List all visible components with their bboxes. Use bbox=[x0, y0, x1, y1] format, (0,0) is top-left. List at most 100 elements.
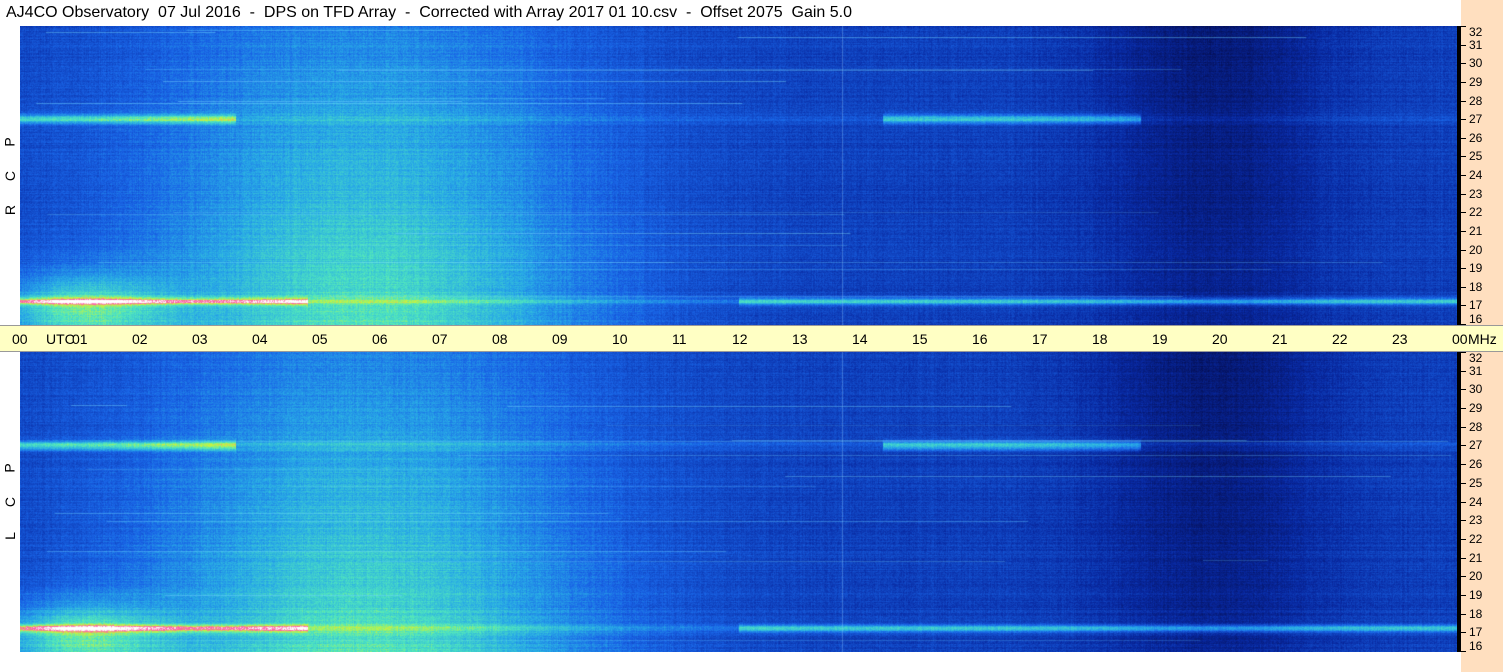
frequency-tick bbox=[1461, 138, 1466, 139]
polarization-letter: P bbox=[2, 136, 18, 147]
frequency-tick bbox=[1461, 305, 1466, 306]
window-title: AJ4CO Observatory 07 Jul 2016 - DPS on T… bbox=[0, 0, 1461, 26]
frequency-tick bbox=[1461, 250, 1466, 251]
lcp-spectrogram-canvas bbox=[20, 352, 1457, 652]
frequency-label: 17 bbox=[1469, 298, 1483, 312]
frequency-tick bbox=[1461, 371, 1466, 372]
frequency-label: 17 bbox=[1469, 625, 1483, 639]
frequency-label: 30 bbox=[1469, 382, 1483, 396]
frequency-tick bbox=[1461, 614, 1466, 615]
frequency-label: 28 bbox=[1469, 94, 1483, 108]
rcp-spectrogram-canvas bbox=[20, 26, 1457, 325]
time-label: 04 bbox=[252, 331, 268, 347]
time-label: 16 bbox=[972, 331, 988, 347]
rcp-spectrogram bbox=[20, 26, 1457, 325]
rcp-polarization-label: P C R bbox=[0, 26, 20, 325]
frequency-tick bbox=[1461, 427, 1466, 428]
frequency-label: 19 bbox=[1469, 261, 1483, 275]
frequency-tick bbox=[1461, 483, 1466, 484]
lcp-polarization-label: P C L bbox=[0, 352, 20, 652]
polarization-letter: C bbox=[2, 496, 18, 508]
frequency-label: 19 bbox=[1469, 588, 1483, 602]
time-label: 13 bbox=[792, 331, 808, 347]
time-label: 21 bbox=[1272, 331, 1288, 347]
frequency-label: 26 bbox=[1469, 131, 1483, 145]
frequency-tick bbox=[1461, 502, 1466, 503]
frequency-label: 27 bbox=[1469, 112, 1483, 126]
frequency-tick bbox=[1461, 119, 1466, 120]
frequency-label: 23 bbox=[1469, 513, 1483, 527]
frequency-label: 25 bbox=[1469, 476, 1483, 490]
frequency-label: 20 bbox=[1469, 243, 1483, 257]
time-label: 22 bbox=[1332, 331, 1348, 347]
time-unit-label: UTC bbox=[46, 331, 75, 347]
time-label: 02 bbox=[132, 331, 148, 347]
frequency-tick bbox=[1461, 63, 1466, 64]
frequency-tick bbox=[1461, 156, 1466, 157]
frequency-label: 30 bbox=[1469, 56, 1483, 70]
frequency-label: 25 bbox=[1469, 149, 1483, 163]
time-label: 20 bbox=[1212, 331, 1228, 347]
frequency-tick bbox=[1461, 539, 1466, 540]
time-label: 14 bbox=[852, 331, 868, 347]
frequency-tick bbox=[1461, 464, 1466, 465]
frequency-tick bbox=[1461, 82, 1466, 83]
time-label: 03 bbox=[192, 331, 208, 347]
frequency-tick bbox=[1461, 212, 1466, 213]
frequency-tick bbox=[1461, 558, 1466, 559]
time-label: 15 bbox=[912, 331, 928, 347]
time-label: 19 bbox=[1152, 331, 1168, 347]
frequency-tick bbox=[1461, 268, 1466, 269]
frequency-label: 23 bbox=[1469, 187, 1483, 201]
frequency-label: 21 bbox=[1469, 224, 1483, 238]
frequency-tick bbox=[1461, 45, 1466, 46]
time-axis: 00 01 02 03 04 05 06 07 08 09 10 11 12 13 14 15 16 17 18 19… bbox=[0, 325, 1503, 352]
frequency-label: 16 bbox=[1469, 639, 1483, 653]
time-label: 10 bbox=[612, 331, 628, 347]
frequency-tick bbox=[1461, 445, 1466, 446]
time-label: 11 bbox=[672, 331, 687, 347]
frequency-label: 20 bbox=[1469, 569, 1483, 583]
polarization-letter: C bbox=[2, 170, 18, 181]
frequency-label: 26 bbox=[1469, 457, 1483, 471]
frequency-label: 31 bbox=[1469, 364, 1483, 378]
frequency-tick bbox=[1461, 651, 1466, 652]
frequency-label: 24 bbox=[1469, 495, 1483, 509]
frequency-tick bbox=[1461, 520, 1466, 521]
time-label: 05 bbox=[312, 331, 328, 347]
frequency-tick bbox=[1461, 632, 1466, 633]
frequency-label: 16 bbox=[1469, 312, 1483, 326]
polarization-letter: L bbox=[1, 532, 18, 540]
time-label: 00 bbox=[12, 331, 28, 347]
lcp-spectrogram bbox=[20, 352, 1457, 652]
time-label: 00 bbox=[1452, 331, 1468, 347]
time-label: 06 bbox=[372, 331, 388, 347]
time-label: 07 bbox=[432, 331, 448, 347]
frequency-tick bbox=[1461, 408, 1466, 409]
frequency-label: 29 bbox=[1469, 401, 1483, 415]
frequency-label: 18 bbox=[1469, 607, 1483, 621]
frequency-label: 28 bbox=[1469, 420, 1483, 434]
frequency-tick bbox=[1461, 175, 1466, 176]
frequency-label: 27 bbox=[1469, 438, 1483, 452]
frequency-tick bbox=[1461, 194, 1466, 195]
frequency-unit-label: MHz bbox=[1468, 331, 1497, 347]
frequency-tick bbox=[1461, 231, 1466, 232]
frequency-tick bbox=[1461, 26, 1466, 27]
frequency-label: 22 bbox=[1469, 532, 1483, 546]
rcp-frequency-axis: 32 31 30 29 28 27 26 25 24 23 22 21 20 19 18 17 16 bbox=[1457, 26, 1503, 325]
lcp-frequency-axis: 32 31 30 29 28 27 26 25 24 23 22 21 20 19 18 17 16 bbox=[1457, 352, 1503, 652]
frequency-label: 18 bbox=[1469, 280, 1483, 294]
polarization-letter: R bbox=[2, 204, 18, 215]
time-label: 09 bbox=[552, 331, 568, 347]
time-label: 18 bbox=[1092, 331, 1108, 347]
frequency-tick bbox=[1461, 389, 1466, 390]
frequency-tick bbox=[1461, 352, 1466, 353]
polarization-letter: P bbox=[2, 463, 18, 473]
frequency-tick bbox=[1461, 287, 1466, 288]
frequency-label: 32 bbox=[1469, 351, 1483, 365]
time-label: 17 bbox=[1032, 331, 1048, 347]
frequency-tick bbox=[1461, 101, 1466, 102]
frequency-label: 22 bbox=[1469, 205, 1483, 219]
frequency-tick bbox=[1461, 595, 1466, 596]
